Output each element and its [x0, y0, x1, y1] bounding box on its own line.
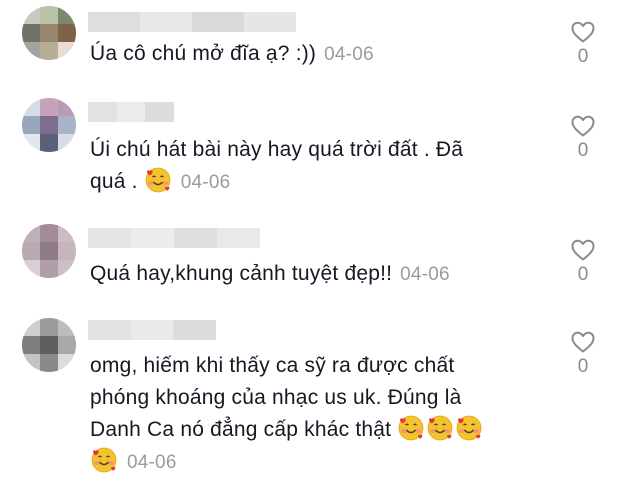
avatar[interactable] — [22, 98, 76, 152]
heart-outline-icon — [571, 239, 595, 261]
comment-date: 04-06 — [180, 172, 231, 193]
like-count: 0 — [577, 140, 589, 161]
comment-body-cont: quá . — [90, 170, 138, 193]
smiling-face-with-hearts-emoji — [398, 415, 424, 441]
emoji-run — [397, 415, 484, 441]
like-button[interactable]: 0 — [568, 238, 598, 286]
comment-text: Úa cô chú mở đĩa ạ? :)) 04-06 — [90, 38, 540, 71]
comment-body-line4: 04-06 — [90, 446, 540, 479]
comment-body-line3: Danh Ca nó đẳng cấp khác thật — [90, 414, 540, 446]
heart-outline-icon — [571, 115, 595, 137]
username-blurred[interactable] — [88, 320, 217, 340]
comment-body: Quá hay,khung cảnh tuyệt đẹp!! — [90, 262, 393, 285]
avatar[interactable] — [22, 318, 76, 372]
like-button[interactable]: 0 — [568, 330, 598, 378]
like-button[interactable]: 0 — [568, 114, 598, 162]
comment-body: Úi chú hát bài này hay quá trời đất . Đã — [90, 138, 464, 161]
comment-text: Úi chú hát bài này hay quá trời đất . Đã… — [90, 134, 540, 199]
username-blurred[interactable] — [88, 12, 296, 32]
comment-body-line2: phóng khoáng của nhạc us uk. Đúng là — [90, 386, 462, 409]
heart-outline-icon — [571, 331, 595, 353]
comment-date: 04-06 — [400, 264, 450, 285]
like-button[interactable]: 0 — [568, 20, 598, 68]
avatar[interactable] — [22, 6, 76, 60]
like-count: 0 — [577, 46, 589, 67]
comment-body: Úa cô chú mở đĩa ạ? :)) — [90, 42, 317, 65]
smiling-face-with-hearts-emoji — [456, 415, 482, 441]
smiling-face-with-hearts-emoji — [427, 415, 453, 441]
smiling-face-with-hearts-emoji — [91, 447, 117, 473]
username-blurred[interactable] — [88, 102, 175, 122]
comment-text: Quá hay,khung cảnh tuyệt đẹp!! 04-06 — [90, 258, 540, 291]
comment-text: omg, hiếm khi thấy ca sỹ ra được chất ph… — [90, 350, 540, 479]
comment-body-cont: Danh Ca nó đẳng cấp khác thật — [90, 418, 392, 441]
comment-date: 04-06 — [127, 452, 177, 473]
heart-outline-icon — [571, 21, 595, 43]
comment-body: omg, hiếm khi thấy ca sỹ ra được chất — [90, 354, 455, 377]
comment-date: 04-06 — [324, 44, 374, 65]
emoji-run — [90, 447, 119, 473]
username-blurred[interactable] — [88, 228, 260, 248]
smiling-face-with-hearts-emoji — [145, 167, 171, 193]
like-count: 0 — [577, 356, 589, 377]
comment-body-line2: quá . 04-06 — [90, 166, 540, 199]
avatar[interactable] — [22, 224, 76, 278]
like-count: 0 — [577, 264, 589, 285]
